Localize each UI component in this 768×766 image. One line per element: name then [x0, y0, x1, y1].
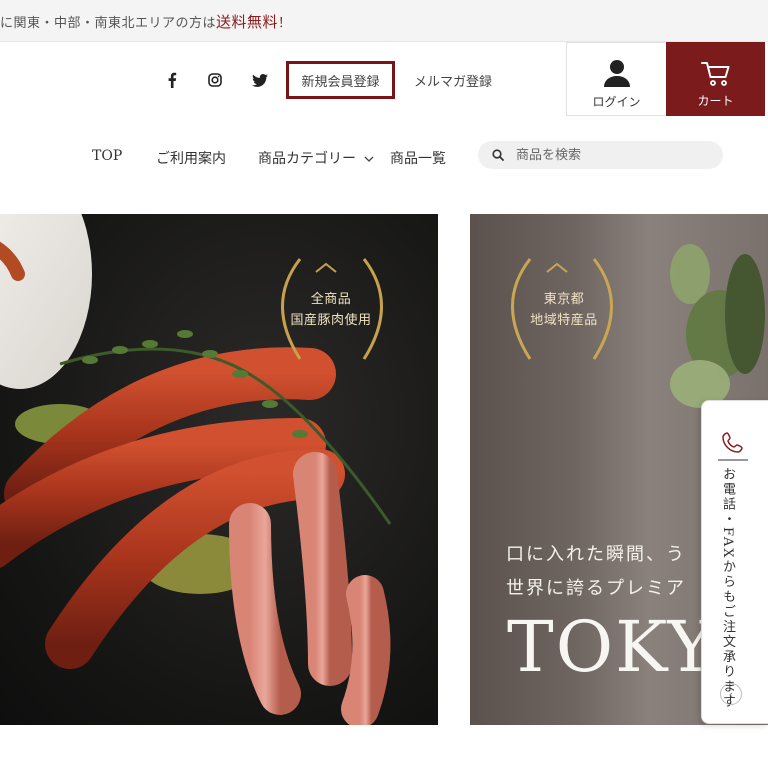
hero-headline-line2: 世界に誇るプレミア — [506, 578, 686, 599]
nav-item-products[interactable]: 商品一覧 — [390, 148, 446, 168]
badge-2-line2: 地域特産品 — [530, 313, 598, 328]
register-button[interactable]: 新規会員登録 — [286, 61, 395, 99]
badge-1-line2: 国産豚肉使用 — [290, 313, 372, 328]
announcement-prefix: に関東・中部・南東北エリアの方は — [0, 16, 217, 31]
search-icon — [492, 149, 504, 161]
badge-text-2: 東京都 地域特産品 — [514, 289, 614, 331]
phone-fax-order-tab[interactable]: お電話・FAXからもご注文承ります ‹ — [701, 400, 768, 724]
hero-slide-sausage[interactable]: 全商品 国産豚肉使用 — [0, 214, 438, 725]
newsletter-link[interactable]: メルマガ登録 — [414, 71, 492, 90]
side-tab-text: お電話・FAXからもご注文承ります — [720, 467, 735, 710]
side-tab-collapse-button[interactable]: ‹ — [720, 683, 742, 705]
search-input[interactable] — [516, 145, 706, 165]
login-button[interactable]: ログイン — [566, 42, 667, 116]
nav-item-categories[interactable]: 商品カテゴリー — [258, 148, 374, 168]
phone-icon — [722, 432, 743, 453]
announcement-highlight: 送料無料 — [216, 13, 279, 31]
instagram-icon[interactable] — [205, 70, 225, 90]
cart-label: カート — [697, 94, 734, 108]
announcement-text: に関東・中部・南東北エリアの方は送料無料！ — [0, 11, 292, 32]
search-bar[interactable] — [478, 141, 723, 169]
cart-button[interactable]: カート — [666, 42, 765, 116]
hero-headline-line1: 口に入れた瞬間、う — [506, 544, 686, 565]
login-label: ログイン — [592, 95, 641, 109]
badge-text-1: 全商品 国産豚肉使用 — [281, 289, 381, 331]
nav-item-guide[interactable]: ご利用案内 — [156, 148, 226, 168]
user-icon — [604, 60, 630, 87]
badge-2-line1: 東京都 — [543, 292, 585, 307]
nav-item-top[interactable]: TOP — [92, 148, 122, 164]
badge-1-line1: 全商品 — [310, 292, 352, 307]
announcement-bar: に関東・中部・南東北エリアの方は送料無料！ — [0, 0, 768, 42]
cart-icon — [701, 62, 730, 86]
twitter-icon[interactable] — [250, 70, 270, 90]
divider — [718, 459, 748, 461]
nav-item-categories-label: 商品カテゴリー — [258, 151, 356, 167]
chevron-down-icon — [364, 156, 374, 162]
facebook-icon[interactable] — [162, 70, 182, 90]
announcement-suffix: ！ — [278, 16, 292, 31]
